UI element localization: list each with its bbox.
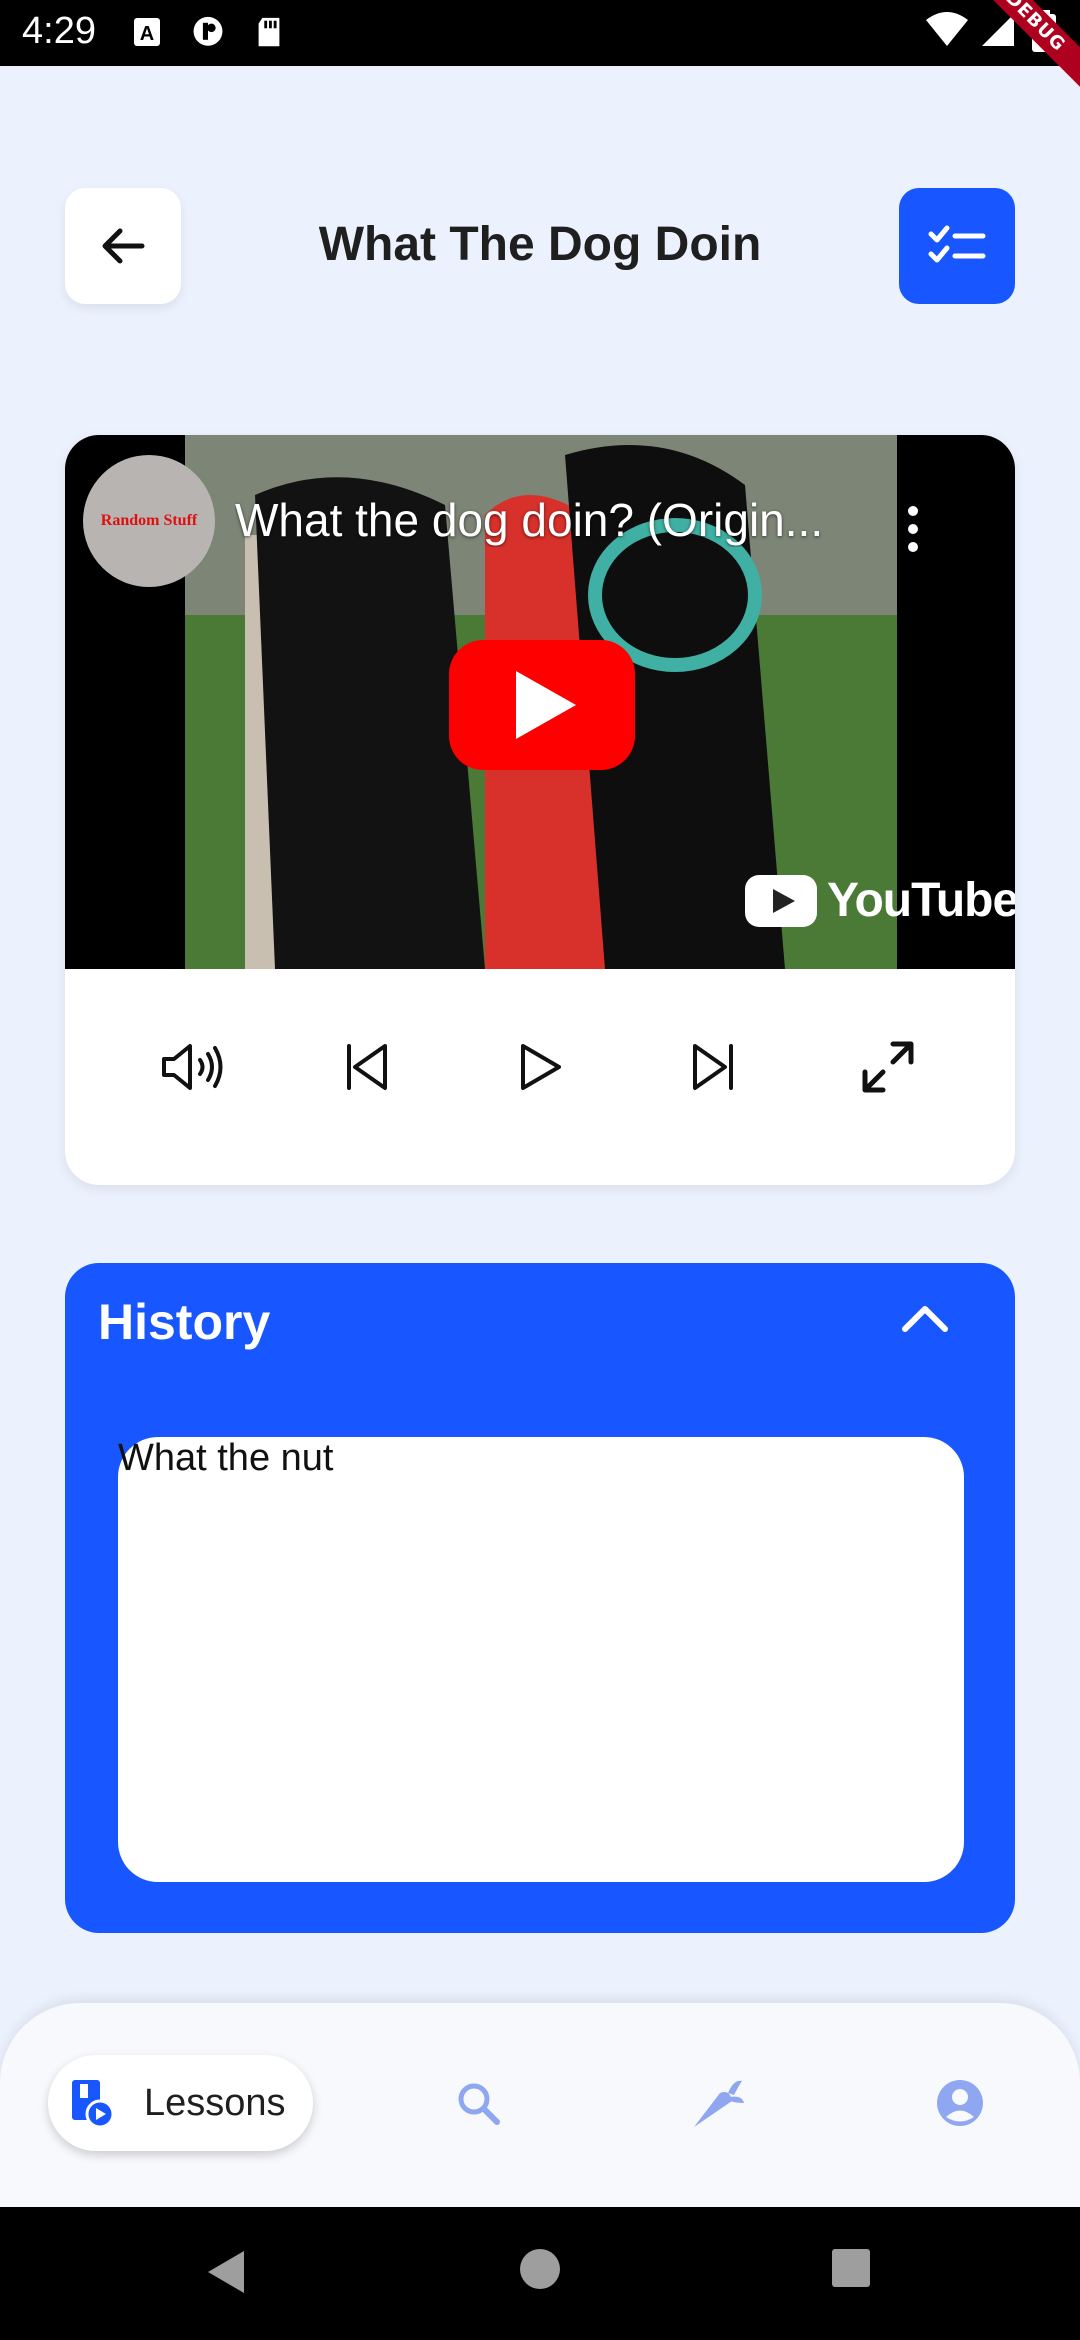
video-player[interactable]: Random Stuff What the dog doin? (Origin.… xyxy=(65,435,1015,969)
page-title: What The Dog Doin xyxy=(318,218,762,271)
nav-profile-tab[interactable] xyxy=(932,2075,988,2131)
keyboard-a-icon: A xyxy=(134,18,160,46)
video-card: Random Stuff What the dog doin? (Origin.… xyxy=(65,435,1015,1185)
nav-search-tab[interactable] xyxy=(450,2075,506,2131)
system-navigation-bar xyxy=(0,2207,1080,2340)
home-circle-icon[interactable] xyxy=(518,2247,562,2291)
app-notification-icon xyxy=(193,16,223,46)
youtube-play-button[interactable] xyxy=(449,640,635,770)
back-button[interactable] xyxy=(65,188,181,304)
arrow-left-icon xyxy=(102,228,145,264)
history-notes-field[interactable]: What the nut xyxy=(118,1437,964,1882)
search-icon xyxy=(458,2083,500,2125)
play-icon xyxy=(521,1044,561,1090)
video-title[interactable]: What the dog doin? (Origin... xyxy=(235,493,835,547)
wifi-icon xyxy=(926,12,968,46)
nav-carrot-tab[interactable] xyxy=(690,2075,746,2131)
channel-avatar[interactable]: Random Stuff xyxy=(83,455,215,587)
account-circle-icon xyxy=(937,2080,983,2126)
bottom-navigation: Lessons xyxy=(0,2003,1080,2207)
volume-button[interactable] xyxy=(152,1027,232,1107)
recents-square-icon[interactable] xyxy=(830,2247,872,2289)
back-triangle-icon[interactable] xyxy=(202,2247,248,2297)
nav-lessons-label: Lessons xyxy=(144,2081,286,2124)
checklist-icon xyxy=(928,225,986,263)
chevron-up-icon[interactable] xyxy=(901,1303,949,1333)
play-button[interactable] xyxy=(500,1027,580,1107)
player-controls xyxy=(65,969,1015,1185)
more-vertical-icon[interactable] xyxy=(905,505,921,555)
youtube-logo[interactable]: YouTube xyxy=(745,873,1015,928)
status-bar: 4:29 A DEBUG xyxy=(0,0,1080,93)
volume-icon xyxy=(162,1044,223,1090)
fullscreen-button[interactable] xyxy=(848,1027,928,1107)
sd-card-icon xyxy=(258,17,280,47)
carrot-icon xyxy=(694,2080,744,2127)
history-panel: History What the nut xyxy=(65,1263,1015,1933)
youtube-logo-text: YouTube xyxy=(827,874,1015,927)
fullscreen-icon xyxy=(862,1041,914,1093)
lessons-icon xyxy=(72,2080,115,2128)
skip-previous-icon xyxy=(347,1044,387,1090)
status-time: 4:29 xyxy=(22,10,96,52)
skip-next-button[interactable] xyxy=(674,1027,754,1107)
nav-lessons-tab[interactable]: Lessons xyxy=(48,2055,313,2151)
skip-previous-button[interactable] xyxy=(326,1027,406,1107)
history-title: History xyxy=(98,1294,271,1350)
youtube-logo-icon xyxy=(745,874,817,927)
skip-next-icon xyxy=(693,1044,733,1090)
svg-text:A: A xyxy=(140,23,154,45)
checklist-button[interactable] xyxy=(899,188,1015,304)
play-triangle-icon xyxy=(516,671,576,739)
history-notes-text: What the nut xyxy=(118,1437,334,1479)
